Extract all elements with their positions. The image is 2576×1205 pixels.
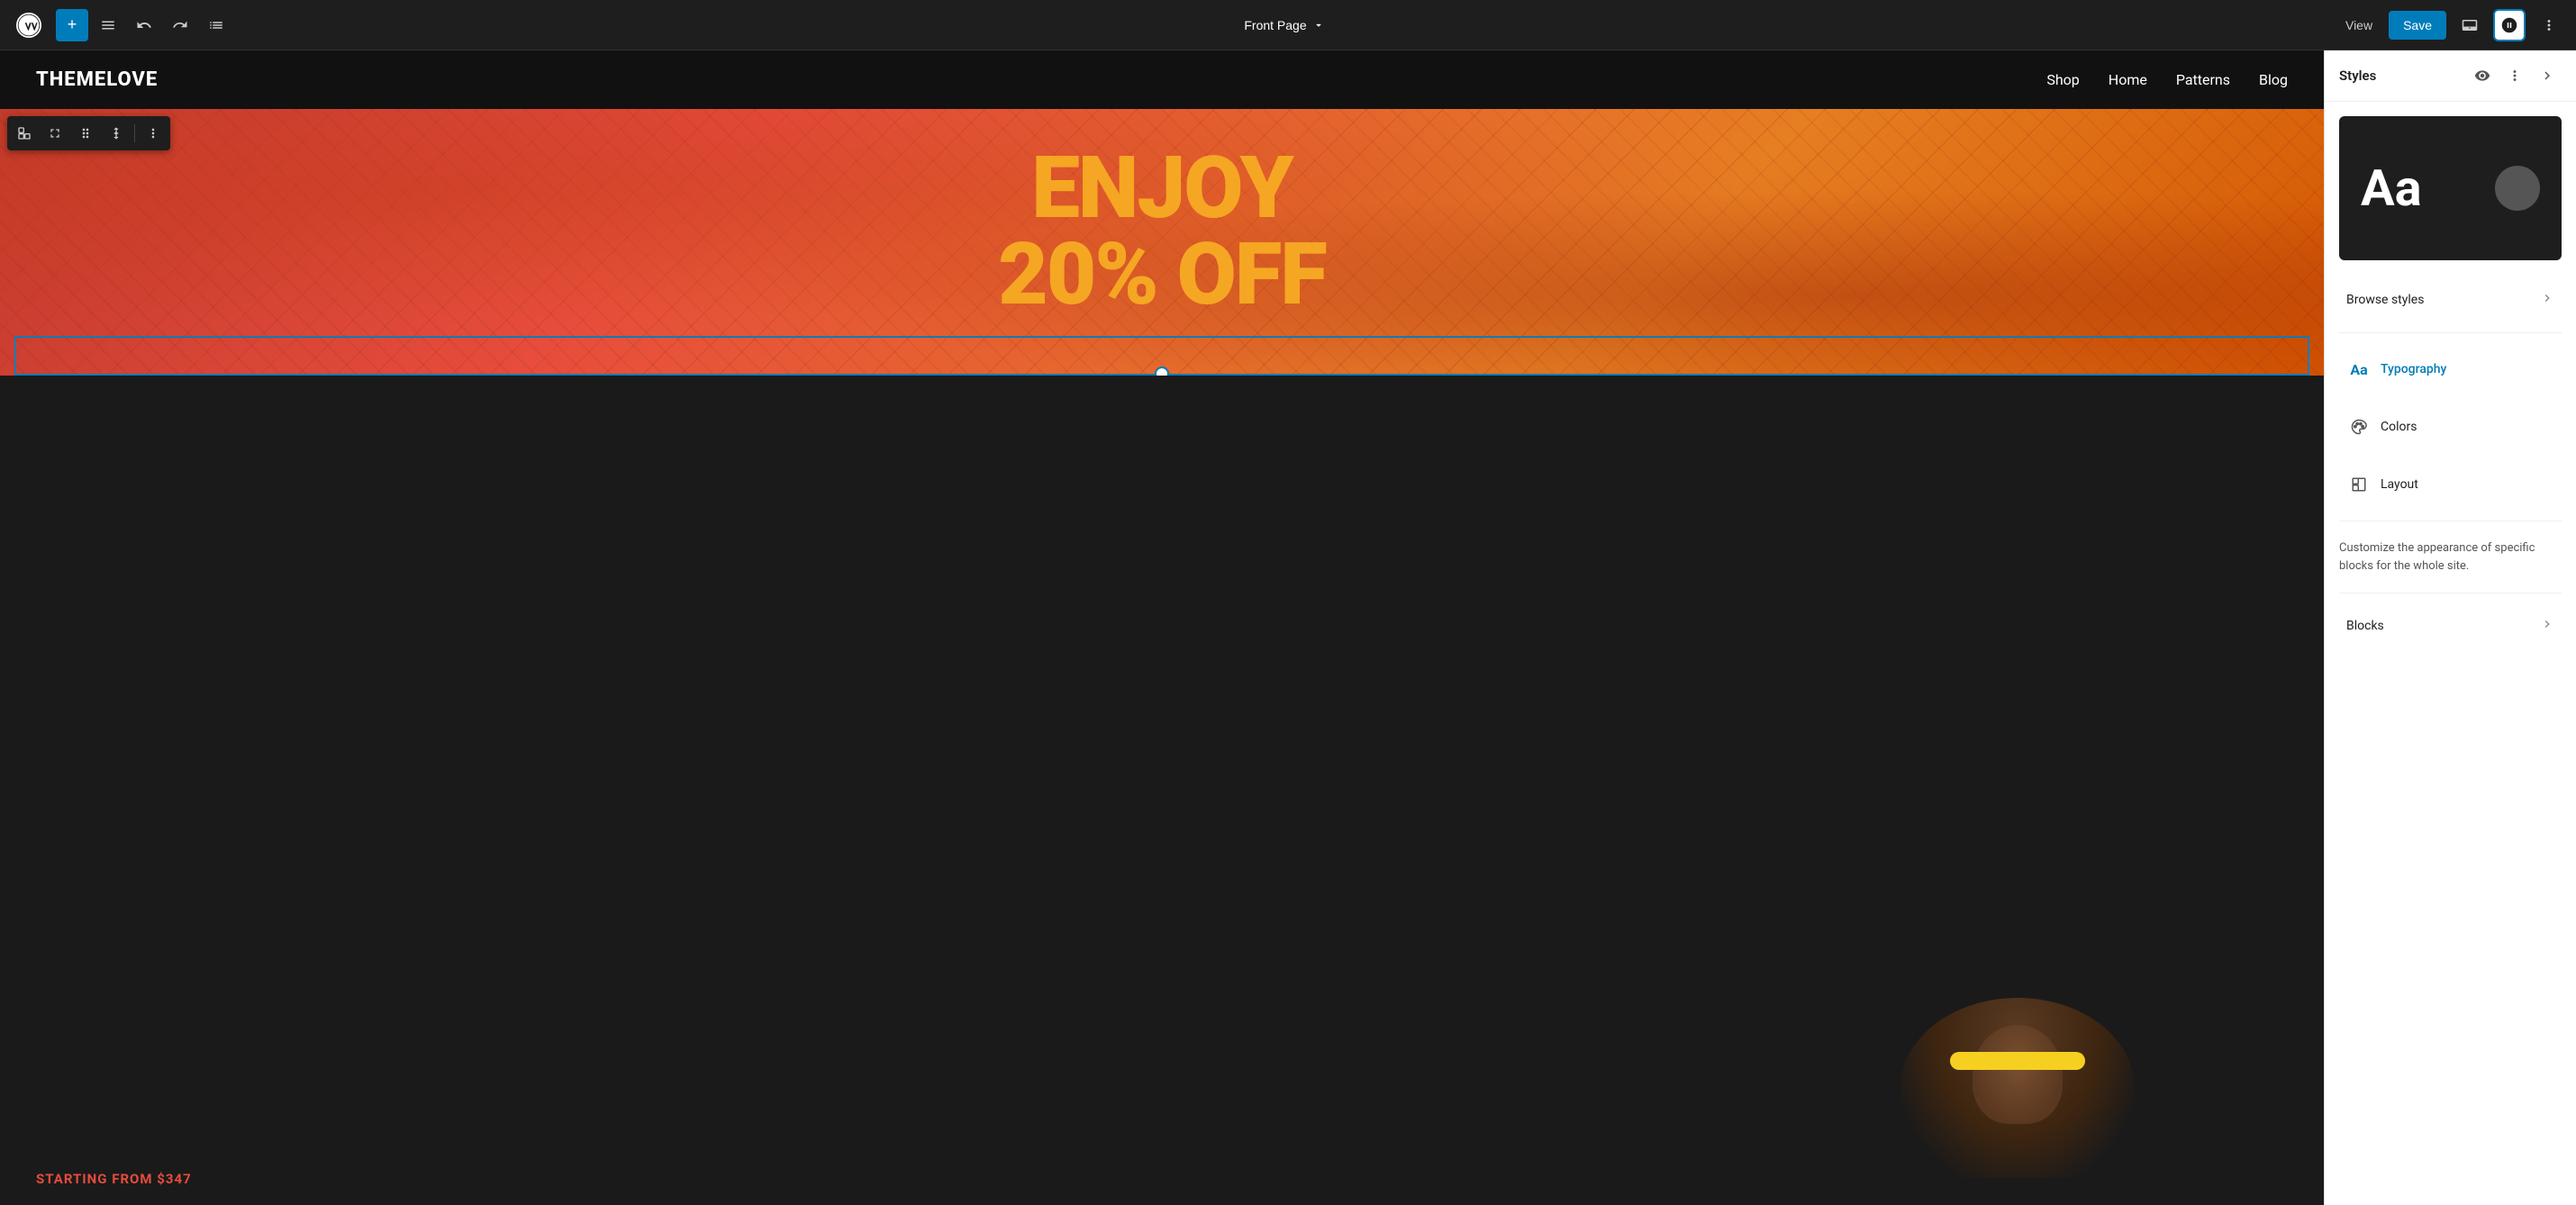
- block-more-options-button[interactable]: [139, 119, 168, 148]
- panel-description: Customize the appearance of specific blo…: [2325, 529, 2576, 585]
- site-preview: THEMELOVE Shop Home Patterns Blog: [0, 50, 2324, 1205]
- blocks-row[interactable]: Blocks: [2332, 608, 2569, 644]
- tools-button[interactable]: [92, 9, 124, 41]
- selected-block-wrapper: [0, 336, 2324, 376]
- panel-section-typography: Aa Typography: [2325, 340, 2576, 398]
- colors-item[interactable]: Colors: [2332, 405, 2569, 448]
- list-view-button[interactable]: [200, 9, 232, 41]
- undo-button[interactable]: [128, 9, 160, 41]
- typography-icon: Aa: [2346, 357, 2372, 382]
- panel-header-actions: [2468, 61, 2562, 90]
- hero-banner: ENJOY 20% OFF: [0, 109, 2324, 376]
- layout-icon: [2346, 472, 2372, 497]
- site-brand: THEMELOVE: [36, 68, 158, 91]
- blocks-chevron-icon: [2540, 617, 2554, 635]
- nav-blog[interactable]: Blog: [2259, 71, 2288, 88]
- panel-divider-1: [2339, 332, 2562, 333]
- style-preview-card[interactable]: Aa: [2339, 116, 2562, 260]
- styles-more-button[interactable]: [2500, 61, 2529, 90]
- typography-label: Typography: [2381, 362, 2554, 376]
- hero-line1: ENJOY: [54, 145, 2270, 231]
- panel-title: Styles: [2339, 68, 2468, 84]
- hero-line2: 20% OFF: [54, 231, 2270, 318]
- styles-eye-button[interactable]: [2468, 61, 2497, 90]
- styles-close-button[interactable]: [2533, 61, 2562, 90]
- browse-styles-chevron-icon: [2540, 291, 2554, 309]
- block-fullscreen-button[interactable]: [41, 119, 69, 148]
- block-move-up-down-button[interactable]: [102, 119, 131, 148]
- more-options-button[interactable]: [2533, 9, 2565, 41]
- redo-button[interactable]: [164, 9, 196, 41]
- person-figure: [1891, 998, 2144, 1205]
- site-nav: Shop Home Patterns Blog: [2046, 71, 2288, 88]
- block-drag-button[interactable]: [71, 119, 100, 148]
- panel-section-colors: Colors: [2325, 398, 2576, 456]
- panel-section-layout: Layout: [2325, 456, 2576, 513]
- dark-section: STARTING FROM $347: [0, 376, 2324, 1205]
- block-toolbar-divider: [134, 124, 135, 142]
- main-area: THEMELOVE Shop Home Patterns Blog: [0, 50, 2576, 1205]
- hero-headline: ENJOY 20% OFF: [54, 145, 2270, 318]
- person-headband: [1950, 1052, 2085, 1070]
- toolbar-right: View Save: [2336, 9, 2565, 41]
- colors-icon: [2346, 414, 2372, 439]
- block-select-parent-button[interactable]: [10, 119, 39, 148]
- person-face: [1973, 1025, 2063, 1124]
- styles-button[interactable]: [2493, 9, 2526, 41]
- typography-item[interactable]: Aa Typography: [2332, 348, 2569, 391]
- layout-item[interactable]: Layout: [2332, 463, 2569, 506]
- view-button[interactable]: View: [2336, 13, 2381, 38]
- page-title-label: Front Page: [1244, 18, 1306, 32]
- style-preview-circle: [2495, 166, 2540, 211]
- canvas: THEMELOVE Shop Home Patterns Blog: [0, 50, 2324, 1205]
- nav-home[interactable]: Home: [2109, 71, 2147, 88]
- main-toolbar: + Front Page View Save: [0, 0, 2576, 50]
- browse-styles-label: Browse styles: [2346, 293, 2540, 307]
- panel-section-blocks: Blocks: [2325, 601, 2576, 651]
- wp-logo[interactable]: [11, 7, 47, 43]
- site-header: THEMELOVE Shop Home Patterns Blog: [0, 50, 2324, 109]
- add-block-button[interactable]: +: [56, 9, 88, 41]
- tablet-view-button[interactable]: [2454, 9, 2486, 41]
- nav-shop[interactable]: Shop: [2046, 71, 2079, 88]
- panel-header: Styles: [2325, 50, 2576, 102]
- layout-label: Layout: [2381, 477, 2554, 492]
- style-preview-text: Aa: [2361, 163, 2422, 213]
- browse-styles-row[interactable]: Browse styles: [2332, 282, 2569, 318]
- block-toolbar: [7, 116, 170, 150]
- save-button[interactable]: Save: [2389, 11, 2446, 40]
- nav-patterns[interactable]: Patterns: [2176, 71, 2230, 88]
- toolbar-center: Front Page: [236, 13, 2333, 38]
- page-title-button[interactable]: Front Page: [1233, 13, 1335, 38]
- styles-panel: Styles Aa Browse styles: [2324, 50, 2576, 1205]
- colors-label: Colors: [2381, 420, 2554, 434]
- selected-block[interactable]: [14, 336, 2309, 376]
- hero-content: ENJOY 20% OFF: [0, 109, 2324, 336]
- starting-from: STARTING FROM $347: [36, 1171, 192, 1187]
- blocks-label: Blocks: [2346, 619, 2540, 633]
- panel-section-browse: Browse styles: [2325, 275, 2576, 325]
